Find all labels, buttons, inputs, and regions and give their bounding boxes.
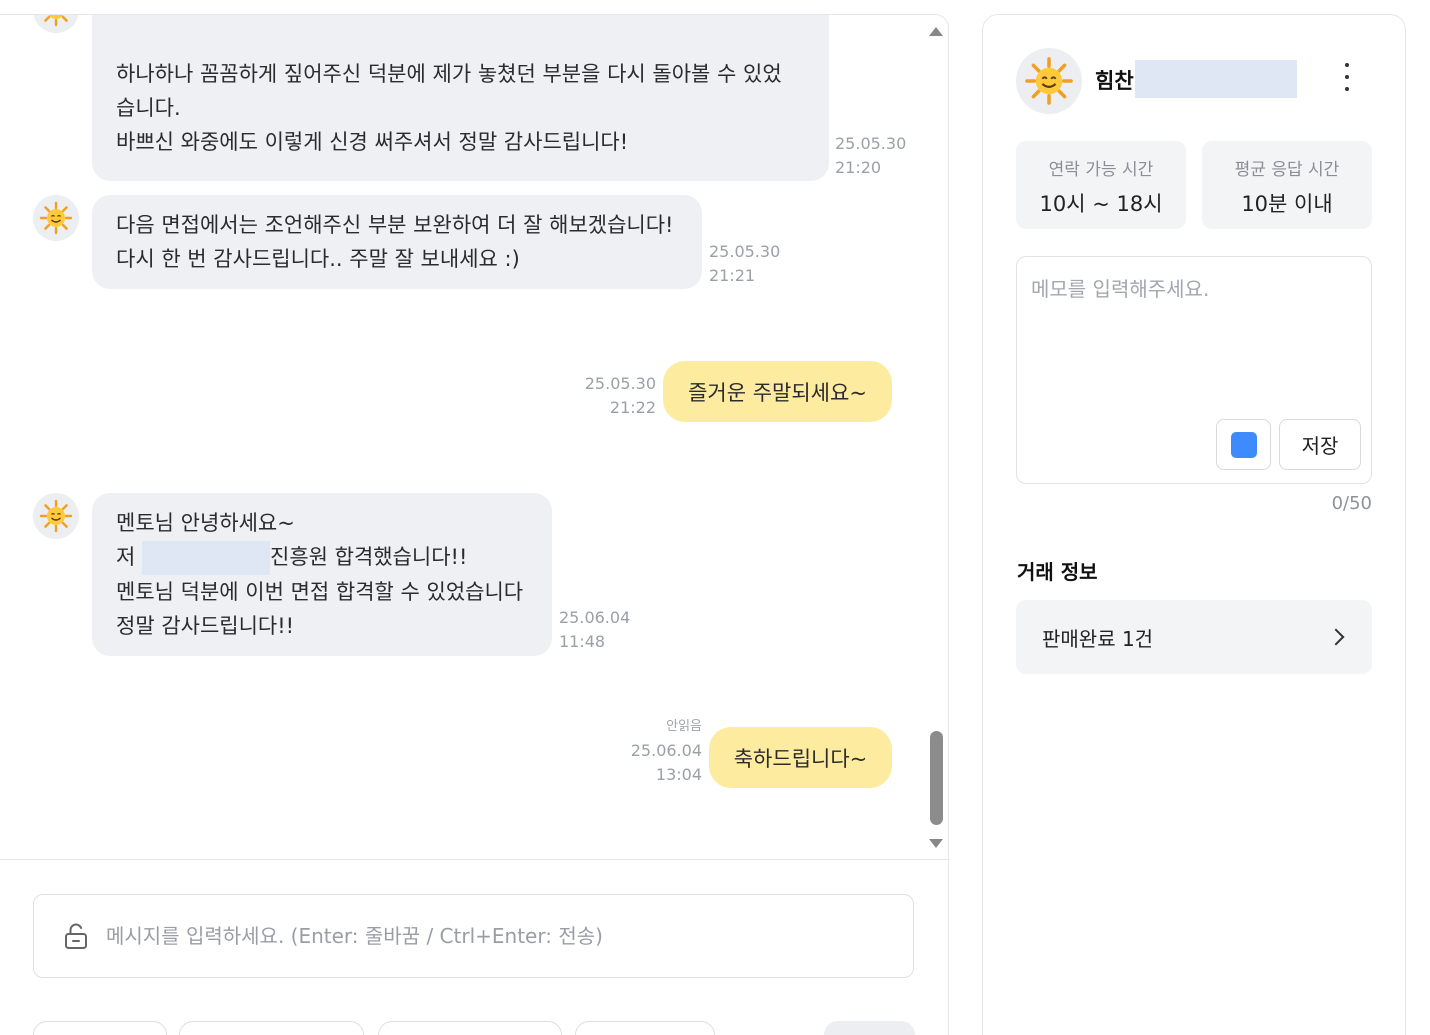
redacted-text bbox=[142, 541, 270, 575]
message-timestamp: 25.05.30 21:20 bbox=[835, 134, 907, 177]
incoming-message-bubble[interactable]: 다음 면접에서는 조언해주신 부분 보완하여 더 잘 해보겠습니다! 다시 한 … bbox=[92, 195, 702, 289]
profile-side-panel: 힘찬 연락 가능 시간 10시 ~ 18시 평균 응답 시간 10분 이내 저장… bbox=[982, 14, 1406, 1035]
message-line bbox=[116, 15, 805, 23]
redacted-text bbox=[1135, 60, 1297, 98]
chat-panel: 하나하나 꼼꼼하게 짚어주신 덕분에 제가 놓쳤던 부분을 다시 돌아볼 수 있… bbox=[0, 14, 949, 1035]
message-line: 저 진흥원 합격했습니다!! bbox=[116, 540, 528, 575]
sender-avatar[interactable] bbox=[33, 195, 79, 241]
message-list[interactable]: 하나하나 꼼꼼하게 짚어주신 덕분에 제가 놓쳤던 부분을 다시 돌아볼 수 있… bbox=[0, 15, 948, 859]
more-options-icon[interactable] bbox=[1335, 61, 1359, 93]
response-time-label: 평균 응답 시간 bbox=[1234, 160, 1340, 180]
message-input-box[interactable] bbox=[33, 894, 914, 978]
unlock-icon[interactable] bbox=[62, 922, 90, 950]
trade-info-title: 거래 정보 bbox=[1017, 560, 1098, 584]
scroll-down-arrow-icon[interactable] bbox=[929, 839, 943, 848]
message-line: 하나하나 꼼꼼하게 짚어주신 덕분에 제가 놓쳤던 부분을 다시 돌아볼 수 있… bbox=[116, 62, 782, 86]
message-input[interactable] bbox=[106, 924, 866, 948]
send-button[interactable] bbox=[824, 1021, 915, 1035]
trade-summary-row[interactable]: 판매완료 1건 bbox=[1016, 600, 1372, 674]
sender-avatar[interactable] bbox=[33, 493, 79, 539]
sender-avatar[interactable] bbox=[33, 15, 79, 33]
message-timestamp: 안읽음 25.06.04 13:04 bbox=[610, 715, 702, 787]
message-line: 다음 면접에서는 조언해주신 부분 보완하여 더 잘 해보겠습니다! bbox=[116, 213, 674, 237]
quick-reply-button[interactable] bbox=[179, 1021, 364, 1035]
memo-color-button[interactable] bbox=[1216, 419, 1271, 470]
sun-avatar-icon bbox=[39, 201, 73, 235]
profile-avatar[interactable] bbox=[1016, 48, 1082, 114]
response-time-card: 평균 응답 시간 10분 이내 bbox=[1202, 141, 1372, 229]
contact-hours-label: 연락 가능 시간 bbox=[1048, 160, 1154, 180]
outgoing-message-bubble[interactable]: 축하드립니다~ bbox=[709, 727, 892, 788]
message-timestamp: 25.06.04 11:48 bbox=[559, 608, 631, 651]
memo-char-count: 0/50 bbox=[1331, 493, 1372, 514]
divider bbox=[0, 859, 948, 860]
scroll-up-arrow-icon[interactable] bbox=[929, 27, 943, 36]
quick-reply-button[interactable] bbox=[575, 1021, 715, 1035]
message-line: 멘토님 안녕하세요~ bbox=[116, 511, 295, 535]
message-line: 정말 감사드립니다!! bbox=[116, 614, 295, 638]
save-memo-button[interactable]: 저장 bbox=[1279, 419, 1361, 470]
incoming-message-bubble[interactable]: 멘토님 안녕하세요~ 저 진흥원 합격했습니다!! 멘토님 덕분에 이번 면접 … bbox=[92, 493, 552, 656]
sun-avatar-icon bbox=[44, 15, 68, 27]
message-line: 바쁘신 와중에도 이렇게 신경 써주셔서 정말 감사드립니다! bbox=[116, 130, 629, 154]
profile-name: 힘찬 bbox=[1095, 69, 1134, 93]
memo-textarea[interactable] bbox=[1031, 273, 1357, 413]
message-timestamp: 25.05.30 21:22 bbox=[584, 374, 656, 417]
color-swatch-icon bbox=[1230, 431, 1257, 458]
sun-avatar-icon bbox=[39, 499, 73, 533]
message-line: 다시 한 번 감사드립니다.. 주말 잘 보내세요 :) bbox=[116, 247, 520, 271]
contact-hours-value: 10시 ~ 18시 bbox=[1039, 192, 1163, 216]
response-time-value: 10분 이내 bbox=[1241, 192, 1333, 216]
quick-reply-button[interactable] bbox=[378, 1021, 562, 1035]
incoming-message-bubble[interactable]: 하나하나 꼼꼼하게 짚어주신 덕분에 제가 놓쳤던 부분을 다시 돌아볼 수 있… bbox=[92, 15, 829, 181]
chevron-right-icon bbox=[1327, 628, 1345, 646]
message-line: 멘토님 덕분에 이번 면접 합격할 수 있었습니다 bbox=[116, 580, 524, 604]
sun-avatar-icon bbox=[1025, 57, 1073, 105]
scrollbar-thumb[interactable] bbox=[930, 731, 943, 825]
outgoing-message-bubble[interactable]: 즐거운 주말되세요~ bbox=[663, 361, 892, 422]
memo-box: 저장 bbox=[1016, 256, 1372, 484]
message-timestamp: 25.05.30 21:21 bbox=[709, 242, 781, 285]
message-line: 습니다. bbox=[116, 96, 181, 120]
read-status: 안읽음 bbox=[666, 719, 702, 734]
trade-summary-label: 판매완료 1건 bbox=[1042, 626, 1154, 651]
quick-reply-button[interactable] bbox=[33, 1021, 167, 1035]
contact-hours-card: 연락 가능 시간 10시 ~ 18시 bbox=[1016, 141, 1186, 229]
chat-page: 하나하나 꼼꼼하게 짚어주신 덕분에 제가 놓쳤던 부분을 다시 돌아볼 수 있… bbox=[0, 0, 1430, 1035]
